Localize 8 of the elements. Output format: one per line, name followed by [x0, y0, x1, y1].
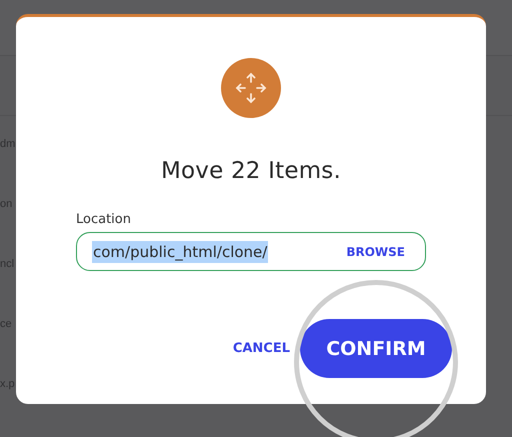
field-value: com/public_html/clone/ — [92, 240, 268, 262]
move-icon — [221, 58, 281, 118]
browse-button[interactable]: BROWSE — [346, 244, 405, 258]
cancel-button[interactable]: CANCEL — [230, 337, 292, 360]
confirm-button[interactable]: CONFIRM — [300, 319, 452, 378]
field-label: Location — [76, 212, 131, 227]
location-field[interactable]: com/public_html/clone/ BROWSE — [76, 232, 426, 271]
dialog-title: Move 22 Items. — [160, 158, 342, 184]
